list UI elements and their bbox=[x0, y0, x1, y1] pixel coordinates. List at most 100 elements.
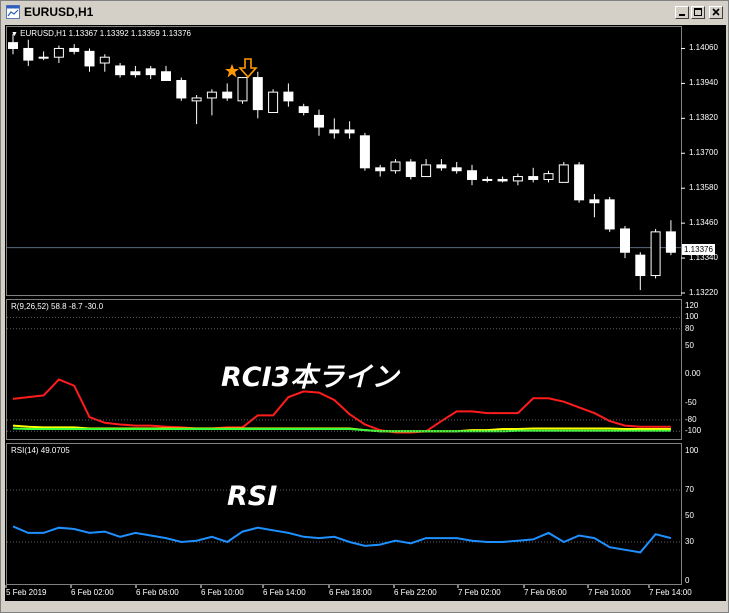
price-tick-label: 1.14060 bbox=[689, 43, 718, 53]
candle bbox=[589, 194, 600, 218]
time-tick-label: 6 Feb 22:00 bbox=[394, 588, 437, 597]
candle bbox=[620, 226, 630, 259]
price-tick-label: 1.13460 bbox=[689, 218, 718, 228]
price-tick-label: 1.13820 bbox=[689, 113, 718, 123]
candle bbox=[314, 109, 324, 136]
time-tick-label: 7 Feb 06:00 bbox=[524, 588, 567, 597]
minimize-button[interactable] bbox=[675, 6, 689, 19]
rci-tick-label: -80 bbox=[685, 414, 697, 424]
rci-tick-label: 120 bbox=[685, 301, 699, 310]
candle bbox=[206, 89, 217, 116]
candle bbox=[512, 173, 523, 186]
candle bbox=[145, 65, 156, 80]
candle bbox=[482, 176, 493, 183]
rci-tick-label: 50 bbox=[685, 340, 694, 350]
maximize-icon bbox=[694, 8, 702, 16]
price-tick-label: 1.13340 bbox=[689, 253, 718, 263]
candle bbox=[558, 162, 569, 183]
candle bbox=[421, 159, 432, 178]
candle bbox=[115, 63, 126, 78]
rsi-panel-border bbox=[6, 443, 682, 585]
rsi-tick-label: 70 bbox=[685, 485, 694, 494]
rsi-panel-info: RSI(14) 49.0705 bbox=[11, 446, 70, 455]
candle bbox=[604, 196, 615, 232]
candle bbox=[329, 118, 340, 139]
collapse-triangle-icon[interactable]: ▼ bbox=[11, 31, 18, 38]
candle bbox=[252, 71, 263, 119]
candle bbox=[344, 121, 355, 139]
chart-canvas[interactable] bbox=[5, 25, 726, 601]
candle bbox=[53, 45, 64, 64]
candle bbox=[237, 77, 248, 104]
minimize-icon bbox=[679, 14, 685, 16]
rci-tick-label: 100 bbox=[685, 312, 699, 322]
rci-tick-label: 80 bbox=[685, 323, 694, 333]
candle bbox=[390, 159, 401, 174]
candle bbox=[23, 39, 34, 66]
candle bbox=[283, 83, 294, 107]
chart-window: EURUSD,H1 ▼ EURUSD,H1 1.13367 1.13392 1.… bbox=[0, 0, 729, 613]
time-tick-label: 7 Feb 14:00 bbox=[649, 588, 692, 597]
candle bbox=[268, 89, 279, 114]
rsi-series-line bbox=[12, 525, 672, 554]
candle bbox=[161, 65, 171, 81]
candle bbox=[69, 44, 80, 55]
candle bbox=[635, 252, 646, 291]
rci-panel-info: R(9,26,52) 58.8 -8.7 -30.0 bbox=[11, 302, 104, 311]
price-tick-label: 1.13940 bbox=[689, 78, 718, 88]
candle bbox=[497, 176, 508, 183]
candle bbox=[436, 159, 447, 171]
rsi-tick-label: 100 bbox=[685, 446, 699, 455]
candle bbox=[84, 48, 95, 72]
candle bbox=[528, 167, 539, 183]
chart-area[interactable]: ▼ EURUSD,H1 1.13367 1.13392 1.13359 1.13… bbox=[5, 25, 726, 601]
rsi-label: RSI bbox=[227, 481, 278, 512]
candle bbox=[650, 228, 661, 279]
time-tick-label: 7 Feb 02:00 bbox=[458, 588, 501, 597]
time-tick-label: 6 Feb 18:00 bbox=[329, 588, 372, 597]
time-tick-label: 6 Feb 02:00 bbox=[71, 588, 114, 597]
maximize-button[interactable] bbox=[691, 6, 705, 19]
rci-tick-label: -50 bbox=[685, 397, 697, 407]
window-title: EURUSD,H1 bbox=[24, 5, 94, 19]
axis-ticks-layer bbox=[5, 47, 685, 588]
time-tick-label: 5 Feb 2019 bbox=[6, 588, 47, 597]
rsi-tick-label: 30 bbox=[685, 537, 694, 546]
rci-label: RCI3本ライン bbox=[221, 362, 399, 393]
candle bbox=[130, 65, 141, 78]
candle bbox=[359, 132, 370, 171]
rsi-tick-label: 50 bbox=[685, 511, 694, 520]
main-panel-border bbox=[6, 26, 682, 296]
time-tick-label: 6 Feb 10:00 bbox=[201, 588, 244, 597]
main-info-text: EURUSD,H1 1.13367 1.13392 1.13359 1.1337… bbox=[20, 29, 191, 38]
candle bbox=[176, 77, 187, 101]
candle bbox=[375, 164, 386, 177]
chart-window-icon bbox=[6, 5, 20, 19]
price-tick-label: 1.13220 bbox=[689, 288, 718, 297]
candle bbox=[191, 95, 202, 125]
rsi-lines-layer bbox=[7, 489, 681, 554]
close-button[interactable] bbox=[709, 6, 723, 19]
candle bbox=[574, 162, 585, 203]
candle bbox=[99, 54, 110, 72]
title-bar[interactable]: EURUSD,H1 bbox=[2, 2, 727, 22]
candle bbox=[298, 103, 309, 116]
candle bbox=[467, 164, 477, 186]
rsi-tick-label: 0 bbox=[685, 576, 690, 585]
star-annotation-icon bbox=[225, 64, 239, 78]
rci-tick-label: -100 bbox=[685, 426, 702, 436]
main-panel-info: ▼ EURUSD,H1 1.13367 1.13392 1.13359 1.13… bbox=[11, 29, 191, 38]
candle bbox=[38, 51, 49, 61]
rci-tick-label: 0.00 bbox=[685, 369, 701, 379]
price-tick-label: 1.13580 bbox=[689, 183, 718, 193]
candle bbox=[543, 170, 554, 183]
time-tick-label: 6 Feb 06:00 bbox=[136, 588, 179, 597]
candle bbox=[665, 220, 676, 256]
candles-layer bbox=[7, 33, 681, 291]
time-tick-label: 7 Feb 10:00 bbox=[588, 588, 631, 597]
candle bbox=[451, 162, 462, 174]
price-tick-label: 1.13700 bbox=[689, 148, 718, 158]
close-icon bbox=[712, 8, 720, 16]
candle bbox=[222, 83, 233, 101]
down-arrow-annotation-icon bbox=[238, 58, 258, 79]
